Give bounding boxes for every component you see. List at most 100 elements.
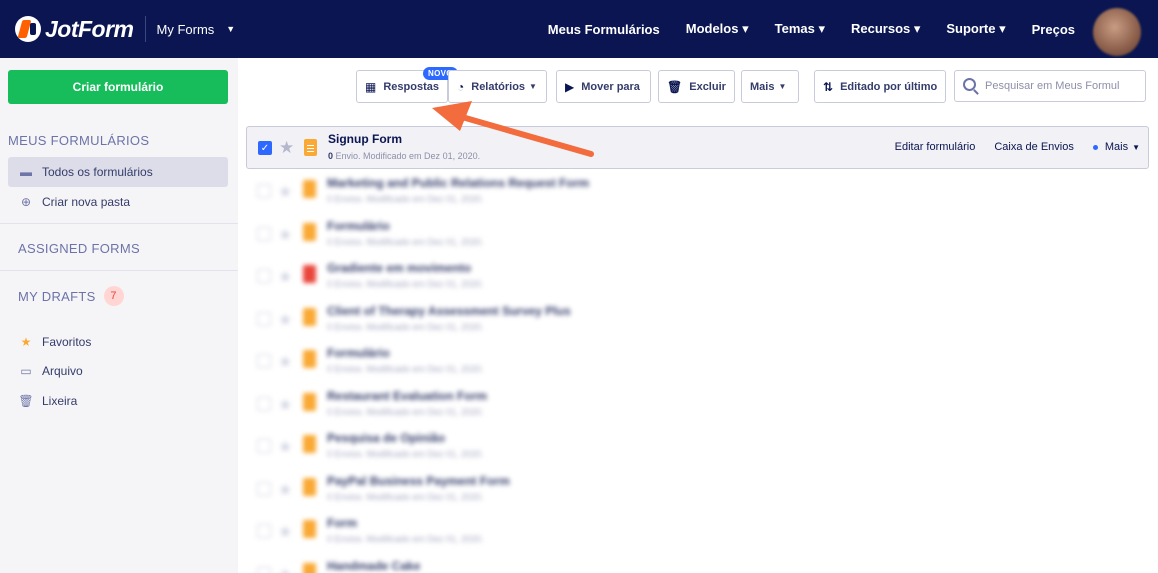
- sidebar-divider: [0, 223, 238, 224]
- checkbox[interactable]: [257, 269, 271, 283]
- star-icon[interactable]: ★: [278, 182, 292, 202]
- trash-icon: 🗑: [18, 394, 34, 408]
- star-icon[interactable]: ★: [278, 565, 292, 573]
- form-document-icon: [303, 477, 316, 496]
- checkbox[interactable]: [257, 566, 271, 573]
- sidebar-item-label: Todos os formulários: [42, 165, 153, 179]
- form-row[interactable]: ★ Gradiente em movimento 0 Envios. Modific…: [246, 257, 1149, 297]
- form-row[interactable]: ★ Form 0 Envios. Modificado em Dez 01, 202…: [246, 512, 1149, 552]
- trash-icon: 🗑: [667, 79, 683, 94]
- grid-icon: ▦: [365, 79, 377, 94]
- form-row[interactable]: ★ Pesquisa de Opinião 0 Envios. Modificado…: [246, 427, 1149, 467]
- form-row[interactable]: ★ Marketing and Public Relations Request …: [246, 172, 1149, 212]
- form-title[interactable]: Marketing and Public Relations Request F…: [327, 176, 589, 190]
- checkbox[interactable]: [257, 396, 271, 411]
- edit-form-link[interactable]: Editar formulário: [895, 141, 976, 153]
- sidebar-item-new-folder[interactable]: ⊕ Criar nova pasta: [8, 187, 228, 217]
- chevron-down-icon: ▼: [1132, 142, 1140, 152]
- sort-label: Editado por último: [840, 80, 938, 93]
- logo-text: JotForm: [45, 15, 134, 42]
- reports-button[interactable]: ◔ Relatórios ▼: [448, 70, 547, 103]
- form-subtitle: 0 Envios. Modificado em Dez 01, 2020.: [327, 194, 484, 204]
- sidebar-divider: [0, 270, 238, 271]
- create-form-button[interactable]: Criar formulário: [8, 70, 228, 104]
- form-title[interactable]: Restaurant Evaluation Form: [327, 389, 487, 403]
- form-title[interactable]: Form: [327, 516, 357, 530]
- star-icon[interactable]: ★: [278, 225, 292, 245]
- sort-button[interactable]: ⇅ Editado por último: [814, 70, 946, 103]
- delete-button[interactable]: 🗑 Excluir: [658, 70, 735, 103]
- toolbar: ▦ Respostas NOVO ◔ Relatórios ▼ ▶ Mover …: [238, 58, 1158, 118]
- form-row[interactable]: ★ PayPal Business Payment Form 0 Envios. M…: [246, 470, 1149, 510]
- sidebar-item-favorites[interactable]: ★ Favoritos: [8, 327, 228, 357]
- folder-move-icon: ▶: [565, 79, 575, 94]
- my-drafts-label: MY DRAFTS: [18, 288, 96, 304]
- sidebar-item-all-forms[interactable]: ▬ Todos os formulários: [8, 157, 228, 187]
- jotform-logo-icon: [15, 16, 41, 42]
- star-icon[interactable]: ★: [279, 138, 294, 158]
- checkbox[interactable]: [257, 481, 271, 496]
- nav-support[interactable]: Suporte ▾: [946, 21, 1005, 37]
- form-row[interactable]: ★Handmade Cake0 Envios. Modificado em De…: [246, 555, 1149, 573]
- checkbox[interactable]: [257, 439, 271, 453]
- form-title[interactable]: Client of Therapy Assessment Survey Plus: [327, 304, 571, 318]
- form-document-icon: [303, 307, 316, 326]
- form-document-icon: [303, 265, 316, 283]
- dot-icon: [1092, 144, 1098, 150]
- sidebar: Criar formulário MEUS FORMULÁRIOS ▬ Todo…: [0, 58, 238, 573]
- jotform-logo[interactable]: JotForm: [15, 16, 134, 43]
- star-icon[interactable]: ★: [278, 310, 292, 330]
- form-row[interactable]: ★ Formulário 0 Envios. Modificado em Dez 0…: [246, 342, 1149, 382]
- star-icon[interactable]: ★: [278, 480, 292, 500]
- star-icon[interactable]: ★: [278, 437, 292, 457]
- sidebar-item-trash[interactable]: 🗑 Lixeira: [8, 386, 228, 416]
- form-title[interactable]: Formulário: [327, 346, 390, 360]
- checkbox[interactable]: [257, 184, 271, 198]
- avatar[interactable]: [1093, 8, 1141, 56]
- sidebar-item-my-drafts[interactable]: MY DRAFTS 7: [18, 286, 124, 306]
- sidebar-item-assigned-forms[interactable]: ASSIGNED FORMS: [18, 241, 140, 256]
- sidebar-heading-my-forms: MEUS FORMULÁRIOS: [8, 133, 150, 148]
- form-subtitle: 0 Envios. Modificado em Dez 01, 2020.: [327, 236, 484, 247]
- form-row[interactable]: ★ Client of Therapy Assessment Survey Plu…: [246, 300, 1149, 340]
- search-input[interactable]: Pesquisar em Meus Formul: [954, 70, 1146, 102]
- star-icon[interactable]: ★: [278, 352, 292, 372]
- form-title[interactable]: PayPal Business Payment Form: [327, 474, 510, 488]
- nav-pricing[interactable]: Preços: [1032, 22, 1075, 37]
- form-row[interactable]: ★ Restaurant Evaluation Form 0 Envios. Mod…: [246, 385, 1149, 425]
- form-row[interactable]: ★ Formulário 0 Envios. Modificado em Dez 0…: [246, 215, 1149, 255]
- star-icon[interactable]: ★: [278, 395, 292, 415]
- checkbox[interactable]: [257, 311, 271, 326]
- form-row-selected[interactable]: ✓ ★ Signup Form 0 Envio. Modificado em D…: [246, 126, 1149, 169]
- sidebar-item-label: Favoritos: [42, 335, 92, 349]
- move-to-label: Mover para: [581, 80, 640, 93]
- sidebar-item-label: Criar nova pasta: [42, 195, 131, 209]
- form-title[interactable]: Pesquisa de Opinião: [327, 431, 445, 445]
- form-subtitle: 0 Envios. Modificado em Dez 01, 2020.: [327, 321, 484, 332]
- drafts-count-badge: 7: [103, 286, 124, 306]
- checkbox-checked[interactable]: ✓: [258, 141, 272, 155]
- form-document-icon: [303, 562, 316, 573]
- form-title[interactable]: Handmade Cake: [327, 559, 420, 573]
- inbox-link[interactable]: Caixa de Envios: [994, 141, 1074, 153]
- move-to-button[interactable]: ▶ Mover para: [556, 70, 651, 103]
- form-title[interactable]: Formulário: [327, 219, 390, 233]
- form-document-icon: [303, 350, 316, 368]
- star-icon[interactable]: ★: [278, 267, 292, 287]
- form-title[interactable]: Signup Form: [328, 132, 402, 146]
- star-icon[interactable]: ★: [278, 522, 292, 542]
- nav-resources[interactable]: Recursos ▾: [851, 21, 920, 37]
- nav-themes[interactable]: Temas ▾: [775, 21, 825, 37]
- checkbox[interactable]: [257, 226, 271, 241]
- sidebar-item-archive[interactable]: ▭ Arquivo: [8, 356, 228, 386]
- checkbox[interactable]: [257, 354, 271, 368]
- more-label: Mais: [750, 80, 775, 93]
- more-dropdown[interactable]: Mais ▼: [1092, 141, 1140, 153]
- more-button[interactable]: Mais ▼: [741, 70, 799, 103]
- nav-templates[interactable]: Modelos ▾: [686, 21, 749, 37]
- my-forms-dropdown[interactable]: My Forms ▼: [157, 22, 236, 37]
- form-title[interactable]: Gradiente em movimento: [327, 261, 471, 275]
- checkbox[interactable]: [257, 524, 271, 538]
- nav-my-forms[interactable]: Meus Formulários: [548, 22, 660, 37]
- sort-icon: ⇅: [823, 79, 834, 94]
